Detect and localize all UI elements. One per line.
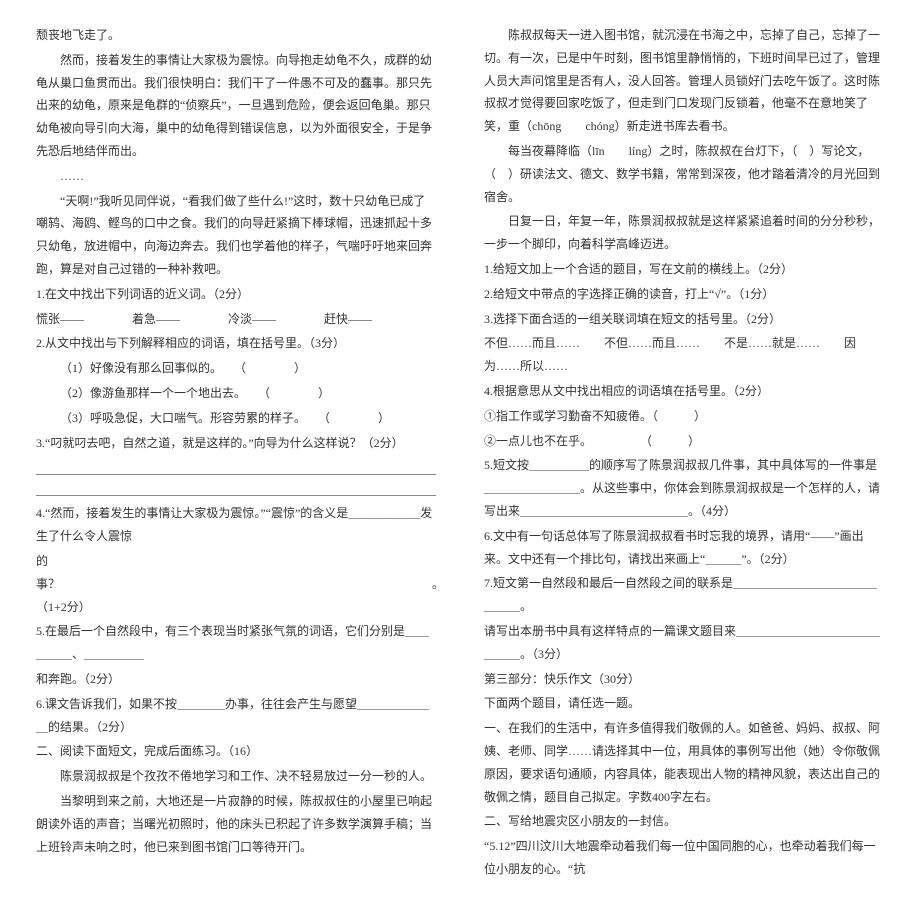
r7b: 请写出本册书中具有这样特点的一篇课文题目来＿＿＿＿＿＿＿＿＿＿＿＿＿＿＿。（3分… [484,620,884,666]
r5: 5.短文按＿＿＿＿＿的顺序写了陈景润叔叔几件事，其中具体写的一件事是＿＿＿＿＿＿… [484,454,884,522]
passage2-p3: 陈叔叔每天一进入图书馆，就沉浸在书海之中，忘掉了自己，忘掉了一切。有一次，已是中… [484,24,884,138]
answer-line-1[interactable] [36,460,436,475]
para-2: 然而，接着发生的事情让大家极为震惊。向导抱走幼龟不久，成群的幼龟从巢口鱼贯而出。… [36,49,436,163]
q2: 2.从文中找出与下列解释相应的词语，填在括号里。（3分） [36,332,436,355]
s3-topic1: 一、在我们的生活中，有许多值得我们敬佩的人。如爸爸、妈妈、叔叔、阿姨、老师、同学… [484,717,884,808]
s3-topic2: 二、写给地震灾区小朋友的一封信。 [484,810,884,833]
r7a: 7.短文第一自然段和最后一自然段之间的联系是＿＿＿＿＿＿＿＿＿＿＿＿＿＿＿。 [484,572,884,618]
r3b: 不但……而且…… 不但……而且…… 不是……就是…… 因为……所以…… [484,332,884,378]
page-two-column: 颓丧地飞走了。 然而，接着发生的事情让大家极为震惊。向导抱走幼龟不久，成群的幼龟… [36,24,884,883]
passage2-p5: 日复一日，年复一年，陈景润叔叔就是这样紧紧追着时间的分分秒秒，一步一个脚印，向着… [484,210,884,256]
q4b: 的事？ 。（1+2分） [36,550,436,618]
q1: 1.在文中找出下列词语的近义词。（2分） [36,283,436,306]
r1: 1.给短文加上一个合适的题目，写在文前的横线上。（2分） [484,258,884,281]
s3-topic2-body: “5.12”四川汶川大地震牵动着我们每一位中国同胞的心，也牵动着我们每一位小朋友… [484,835,884,881]
para-4: “天啊!”我听见同伴说，“看我们做了些什么!”这时，数十只幼龟已成了嘲鸫、海鸥、… [36,190,436,281]
q1-blanks: 慌张—— 着急—— 冷淡—— 赶快—— [36,308,436,331]
section3-heading: 第三部分：快乐作文（30分） [484,668,884,691]
q5b: 和奔跑。（2分） [36,668,436,691]
q4a: 4.“然而，接着发生的事情让大家极为震惊。”“震惊”的含义是＿＿＿＿＿＿发生了什… [36,502,436,548]
q2c: （3）呼吸急促，大口喘气。形容劳累的样子。 （ ） [36,407,436,430]
left-column: 颓丧地飞走了。 然而，接着发生的事情让大家极为震惊。向导抱走幼龟不久，成群的幼龟… [36,24,436,883]
r6: 6.文中有一句话总体写了陈景润叔叔看书时忘我的境界，请用“——”画出来。文中还有… [484,525,884,571]
r2: 2.给短文中带点的字选择正确的读音，打上“√”。（1分） [484,283,884,306]
q3: 3.“叼就叼去吧，自然之道，就是这样的。”向导为什么这样说？（2分） [36,432,436,455]
para-1: 颓丧地飞走了。 [36,24,436,47]
r3a: 3.选择下面合适的一组关联词填在短文的括号里。（2分） [484,308,884,331]
q2a: （1）好像没有那么回事似的。 （ ） [36,357,436,380]
section-2-heading: 二、阅读下面短文，完成后面练习。（16） [36,740,436,763]
passage2-p4: 每当夜幕降临（līn líng）之时，陈叔叔在台灯下，（ ）写论文，（ ）研读法… [484,140,884,208]
passage2-p2: 当黎明到来之前，大地还是一片寂静的时候，陈叔叔住的小屋里已响起朗读外语的声音；当… [36,790,436,858]
q6: 6.课文告诉我们，如果不按＿＿＿＿办事，往往会产生与愿望＿＿＿＿＿＿＿的结果。（… [36,693,436,739]
answer-line-2[interactable] [36,481,436,496]
para-3-ellipsis: …… [36,165,436,188]
right-column: 陈叔叔每天一进入图书馆，就沉浸在书海之中，忘掉了自己，忘掉了一切。有一次，已是中… [484,24,884,883]
q2b: （2）像游鱼那样一个一个地出去。 （ ） [36,382,436,405]
r4: 4.根据意思从文中找出相应的词语填在括号里。（2分） [484,380,884,403]
q5a: 5.在最后一个自然段中，有三个表现当时紧张气氛的词语，它们分别是＿＿＿＿＿、＿＿… [36,620,436,666]
s3-choose: 下面两个题目，请任选一题。 [484,692,884,715]
r4a: ①指工作或学习勤奋不知疲倦。（ ） [484,405,884,428]
r4b: ②一点儿也不在乎。 （ ） [484,430,884,453]
passage2-p1: 陈景润叔叔是个孜孜不倦地学习和工作、决不轻易放过一分一秒的人。 [36,765,436,788]
